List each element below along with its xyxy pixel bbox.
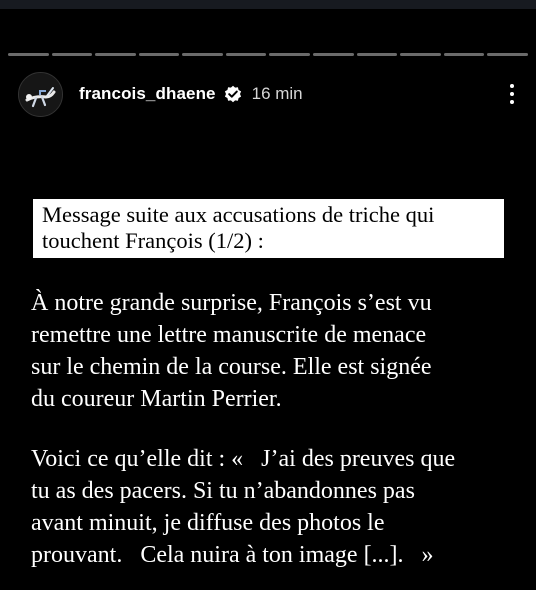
story-progress-segment — [487, 53, 528, 56]
story-title-box: Message suite aux accusations de triche … — [33, 199, 504, 258]
story-progress-segment — [443, 53, 485, 56]
paragraph-line: remettre une lettre manuscrite de menace — [31, 322, 427, 348]
story-header: francois_dhaene 16 min — [18, 71, 522, 117]
paragraph-line: Voici ce qu’elle dit : « J’ai des preuve… — [31, 446, 456, 472]
title-line: Message suite aux accusations de triche … — [42, 202, 435, 227]
paragraph-line: À notre grande surprise, François s’est … — [31, 290, 432, 316]
more-options-button[interactable] — [502, 80, 522, 108]
avatar[interactable] — [18, 71, 63, 117]
post-time: 16 min — [251, 84, 303, 103]
story-progress-segment — [51, 53, 93, 56]
story-paragraph-2: Voici ce qu’elle dit : « J’ai des preuve… — [31, 443, 521, 571]
story-progress-segment — [138, 53, 180, 56]
verified-badge-icon — [224, 85, 242, 103]
paragraph-line: tu as des pacers. Si tu n’abandonnes pas — [31, 478, 415, 504]
story-progress-segment — [8, 53, 49, 56]
story-progress-bars — [8, 53, 528, 56]
story-progress-segment — [182, 53, 223, 56]
title-line: touchent François (1/2) : — [42, 228, 264, 253]
paragraph-line: prouvant. Cela nuira à ton image [...]. … — [31, 542, 434, 568]
story-viewer: francois_dhaene 16 min Message suite aux… — [0, 0, 536, 590]
story-progress-segment — [313, 53, 354, 56]
story-progress-segment — [356, 53, 398, 56]
username[interactable]: francois_dhaene — [79, 84, 216, 104]
paragraph-line: avant minuit, je diffuse des photos le — [31, 510, 385, 536]
paragraph-line: du coureur Martin Perrier. — [31, 386, 282, 412]
story-paragraph-1: À notre grande surprise, François s’est … — [31, 287, 521, 415]
top-bar — [0, 0, 536, 9]
story-progress-segment — [400, 53, 441, 56]
story-progress-segment — [269, 53, 311, 56]
story-progress-segment — [225, 53, 267, 56]
story-progress-segment — [95, 53, 136, 56]
more-vertical-icon — [510, 84, 514, 88]
paragraph-line: sur le chemin de la course. Elle est sig… — [31, 354, 432, 380]
